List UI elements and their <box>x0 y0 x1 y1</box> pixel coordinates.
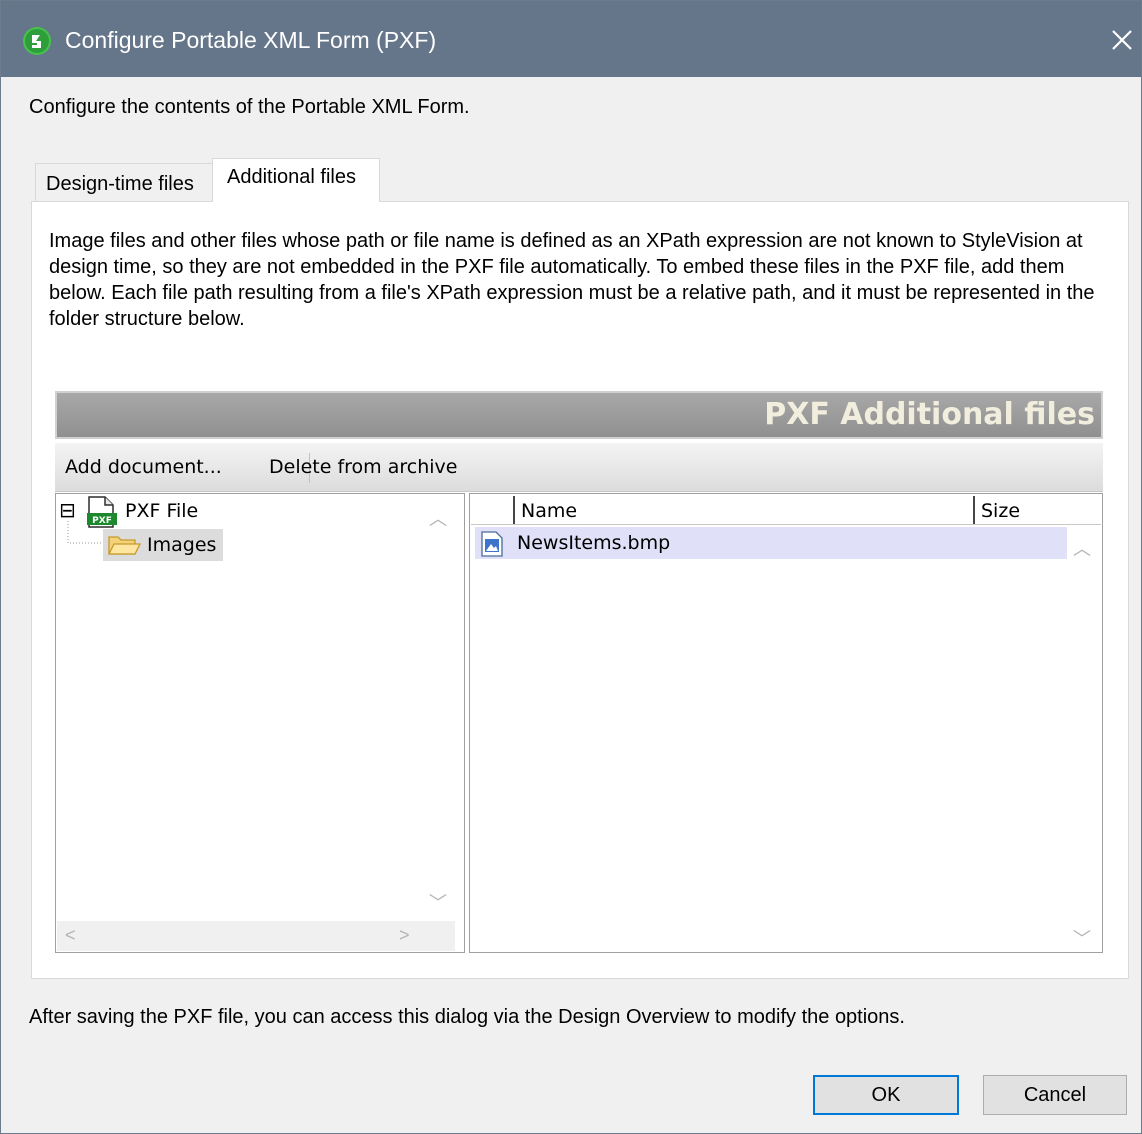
tree-root-label[interactable]: PXF File <box>125 499 198 523</box>
tab-design-time-files[interactable]: Design-time files <box>35 163 213 203</box>
banner-title: PXF Additional files <box>764 397 1095 432</box>
file-list[interactable] <box>469 493 1103 953</box>
ok-button[interactable]: OK <box>813 1075 959 1115</box>
tree-item-label: Images <box>147 534 217 556</box>
image-file-icon <box>481 531 503 557</box>
panel-banner: PXF Additional files <box>55 391 1103 439</box>
tree-scroll-right-icon[interactable]: > <box>399 925 410 946</box>
stylevision-app-icon <box>23 27 51 55</box>
add-document-button[interactable]: Add document... <box>65 455 222 479</box>
tree-horizontal-scrollbar[interactable] <box>57 921 455 951</box>
description-text: Image files and other files whose path o… <box>49 230 1095 330</box>
list-scroll-up-icon[interactable]: ︿ <box>1073 535 1091 561</box>
folder-tree[interactable] <box>55 493 465 953</box>
tab-additional-files[interactable]: Additional files <box>212 158 380 202</box>
configure-pxf-dialog: Configure Portable XML Form (PXF) Config… <box>0 0 1142 1134</box>
archive-toolbar: Add document... Delete from archive <box>55 443 1103 492</box>
delete-from-archive-button[interactable]: Delete from archive <box>269 455 457 479</box>
list-scroll-down-icon[interactable]: ﹀ <box>1073 925 1091 951</box>
cancel-button[interactable]: Cancel <box>983 1075 1127 1115</box>
title-bar: Configure Portable XML Form (PXF) <box>1 1 1141 77</box>
tree-scroll-down-icon[interactable]: ﹀ <box>429 889 447 915</box>
tree-item-images[interactable]: Images <box>103 529 223 561</box>
tree-scroll-left-icon[interactable]: < <box>65 925 76 946</box>
window-title: Configure Portable XML Form (PXF) <box>65 27 437 53</box>
close-button[interactable] <box>1101 21 1141 61</box>
column-header-name[interactable]: Name <box>513 496 975 524</box>
footer-text: After saving the PXF file, you can acces… <box>29 1006 905 1028</box>
close-icon <box>1112 30 1132 50</box>
folder-icon <box>107 533 142 557</box>
intro-text: Configure the contents of the Portable X… <box>29 96 470 118</box>
tree-collapse-toggle[interactable]: ⊟ <box>59 500 77 520</box>
list-item[interactable]: NewsItems.bmp <box>475 527 1067 559</box>
tree-scroll-up-icon[interactable]: ︿ <box>429 505 447 531</box>
tree-connector-line <box>67 521 105 544</box>
list-item-name: NewsItems.bmp <box>517 532 671 554</box>
column-header-size[interactable]: Size <box>973 496 1099 524</box>
